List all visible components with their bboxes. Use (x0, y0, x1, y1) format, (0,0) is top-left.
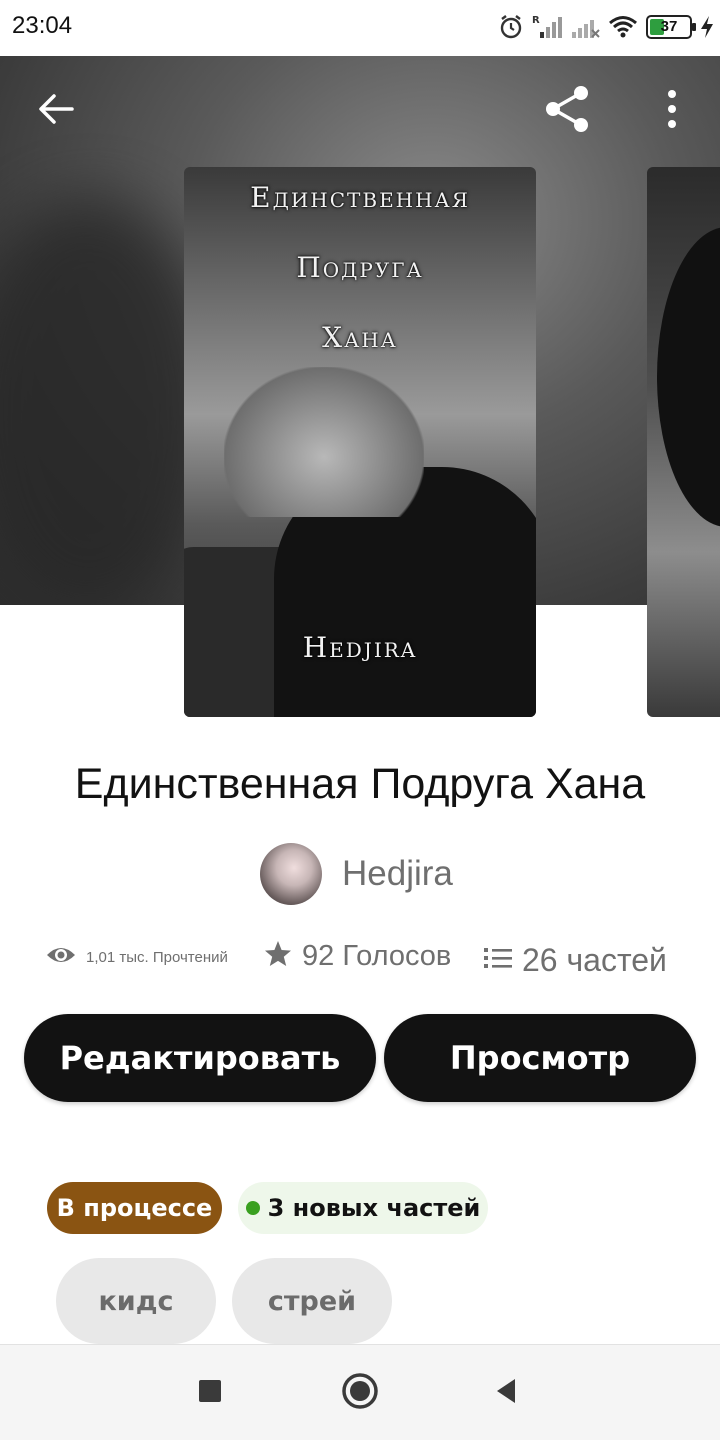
stat-reads: 1,01 тыс. Прочтений (46, 944, 228, 971)
next-story-cover[interactable] (647, 167, 720, 717)
wifi-icon (608, 14, 638, 40)
tag-kids[interactable]: кидс (56, 1258, 216, 1344)
cover-title-line-2: Подруга (296, 251, 424, 284)
back-triangle-icon (493, 1377, 519, 1410)
story-title: Единственная Подруга Хана (74, 760, 646, 808)
battery-level: 37 (660, 18, 678, 35)
author-name: Hedjira (342, 854, 453, 893)
stat-parts: 26 частей (484, 942, 667, 979)
view-button[interactable]: Просмотр (384, 1014, 696, 1102)
battery-icon: 37 (646, 15, 696, 39)
stat-votes: 92 Голосов (264, 940, 451, 973)
status-bar: 23:04 R 37 (0, 0, 720, 56)
story-details-screen: 23:04 R 37 Единственная Подруга Хана Hed… (0, 0, 720, 1440)
eye-icon (46, 944, 76, 971)
recent-apps-button[interactable] (182, 1365, 238, 1421)
status-time: 23:04 (12, 12, 73, 39)
signal-roaming-icon: R (532, 14, 562, 40)
system-back-button[interactable] (478, 1365, 534, 1421)
new-parts-badge: 3 новых частей (238, 1182, 488, 1234)
cover-title-line-1: Единственная (250, 181, 470, 214)
status-icons: R 37 (498, 12, 714, 42)
more-vertical-icon (664, 89, 680, 134)
charging-bolt-icon (700, 15, 714, 39)
status-badge: В процессе (47, 1182, 222, 1234)
more-options-button[interactable] (640, 79, 704, 143)
battery-cap (692, 23, 696, 31)
star-icon (264, 940, 292, 973)
author-link[interactable]: Hedjira (260, 843, 453, 905)
parts-count: 26 частей (522, 942, 667, 978)
home-button[interactable] (332, 1365, 388, 1421)
svg-text:R: R (532, 15, 540, 26)
arrow-left-icon (36, 89, 76, 134)
system-nav-bar (0, 1344, 720, 1440)
cover-title-line-3: Хана (322, 321, 398, 354)
home-icon (341, 1372, 379, 1415)
cover-photo-hair (224, 367, 424, 517)
story-cover[interactable]: Единственная Подруга Хана Hedjira (184, 167, 536, 717)
next-cover-photo (657, 227, 720, 527)
story-stats: 1,01 тыс. Прочтений 92 Голосов 26 частей (46, 940, 686, 984)
share-button[interactable] (535, 79, 599, 143)
recent-apps-icon (198, 1379, 222, 1408)
green-dot-icon (245, 1201, 260, 1215)
cover-author: Hedjira (302, 631, 418, 664)
new-parts-label: 3 новых частей (267, 1194, 481, 1222)
alarm-icon (498, 14, 524, 40)
share-icon (541, 83, 593, 140)
list-icon (484, 946, 512, 975)
avatar (260, 843, 322, 905)
reads-count: 1,01 тыс. Прочтений (86, 949, 228, 966)
edit-button[interactable]: Редактировать (24, 1014, 376, 1102)
votes-count: 92 Голосов (302, 940, 452, 972)
back-button[interactable] (24, 79, 88, 143)
signal-no-service-icon (570, 14, 600, 40)
tag-stray[interactable]: стрей (232, 1258, 392, 1344)
